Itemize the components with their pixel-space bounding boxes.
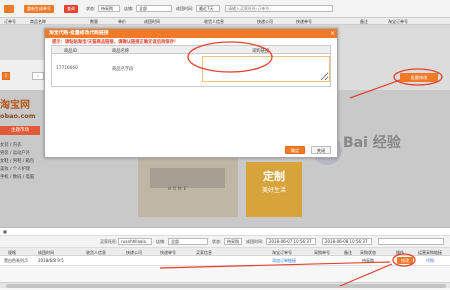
link-table-header: 商品ID 商品名称 采购链接: [52, 46, 330, 54]
col-buyer: 买家信息: [196, 249, 212, 255]
category-item[interactable]: 美妆 / 个人护理: [0, 166, 30, 172]
table-row[interactable]: 黑白色系列,5 2018/6/8 9:5 添加订单链接 待采购 代购: [0, 256, 450, 266]
close-icon[interactable]: ×: [330, 30, 335, 37]
theme-market-tab[interactable]: 主题市场: [0, 126, 40, 135]
baidu-watermark: Bai 经验: [343, 135, 401, 151]
buyer-label: 买家旺旺:: [100, 239, 118, 244]
date-filter-label: 成团时间:: [176, 6, 194, 11]
col-group-time: 成团时间: [144, 19, 160, 24]
dialog-title: 淘宝代购-批量修改代购链接: [45, 29, 337, 38]
bottom-search-input[interactable]: [378, 238, 444, 245]
col-tracking: 快递单号: [296, 19, 312, 24]
product-name-cell: 商品名字段: [112, 67, 134, 72]
order-table-header: 订单号 商品名称 数量 单价 成团时间 收货人信息 快递公司 快递单号 备注 淘…: [0, 18, 450, 25]
banner-image-shelf: [150, 168, 225, 188]
bottom-filter-bar: 买家旺旺: ruanhhllaola 店铺: 全部 状态: 待采购 成团时间: …: [0, 236, 450, 248]
shop-filter-label: 店铺:: [124, 6, 134, 11]
bottom-table-header: 规格 成团时间 收货人信息 快递公司 快递单号 买家信息 淘宝订单号 采购单号 …: [0, 248, 450, 256]
bottom-window-titlebar: ■: [0, 228, 450, 236]
col-product-name: 商品名称: [30, 19, 46, 24]
category-item[interactable]: 男装 / 运动户外: [0, 150, 30, 156]
status-filter-label: 状态:: [86, 6, 96, 11]
batch-edit-link-dialog: 淘宝代购-批量修改代购链接 × 提示：请粘贴淘宝/天猫商品链接，请确认链接正确无…: [44, 28, 338, 158]
col-receiver: 收货人信息: [86, 249, 106, 255]
prev-page-button[interactable]: ›: [32, 72, 44, 80]
col-express: 快递公司: [257, 19, 273, 24]
batch-modify-button[interactable]: 批量修改: [400, 73, 438, 82]
promo-small-text: 美好生活: [261, 187, 286, 194]
purchase-action-link[interactable]: 代购: [426, 258, 434, 264]
time-label: 成团时间:: [246, 239, 264, 244]
shop-label: 店铺:: [156, 239, 166, 244]
top-toolbar: 重新生成单号 查询 状态: 待采购 店铺: 全部 成团时间: 最近7天: [0, 0, 450, 18]
col-tracking: 快递单号: [160, 249, 176, 255]
date-filter-select[interactable]: 最近7天: [196, 5, 220, 12]
product-id-cell: 17716660: [56, 66, 78, 71]
col-remark: 备注: [344, 249, 352, 255]
horizontal-scrollbar[interactable]: [0, 282, 450, 288]
shop-filter-select[interactable]: 全部: [136, 5, 172, 12]
time-cell: 2018/6/8 9:5: [38, 257, 64, 263]
promo-big-text: 定制: [263, 170, 285, 183]
col-group-time: 成团时间: [38, 249, 54, 255]
toolbar-button-1[interactable]: [4, 5, 14, 13]
category-item[interactable]: 手机 / 数码 / 电脑: [0, 174, 34, 180]
col-product-name: 商品名称: [112, 48, 130, 54]
taobao-domain: obao.com: [0, 112, 36, 120]
shop-select[interactable]: 全部: [168, 238, 208, 245]
promo-banner[interactable]: 定制 美好生活: [246, 162, 302, 217]
col-express: 快递公司: [126, 249, 142, 255]
col-order-no: 订单号: [4, 19, 16, 24]
query-button[interactable]: 查询: [64, 5, 78, 13]
taobao-logo: 淘宝网: [0, 100, 30, 111]
time-to-input[interactable]: 2018-06-08 10:56:37: [322, 238, 372, 245]
page-number-button[interactable]: 1: [2, 72, 10, 80]
purchase-link-input[interactable]: [202, 56, 330, 82]
modify-button[interactable]: 修改: [397, 257, 413, 264]
col-purchase-status: 采购状态: [360, 249, 376, 255]
spec-cell: 黑白色系列,5: [4, 257, 28, 263]
bottom-order-window: ■ 买家旺旺: ruanhhllaola 店铺: 全部 状态: 待采购 成团时间…: [0, 227, 450, 290]
window-icon: ■: [3, 229, 7, 234]
col-price: 单价: [118, 19, 126, 24]
confirm-button[interactable]: 确定: [285, 146, 305, 154]
regenerate-number-button[interactable]: 重新生成单号: [24, 5, 54, 13]
buyer-input[interactable]: ruanhhllaola: [118, 238, 152, 245]
status-cell: 待采购: [362, 257, 374, 263]
col-purchase-no: 采购单号: [314, 249, 330, 255]
category-item[interactable]: 女鞋 / 男鞋 / 箱包: [0, 158, 34, 164]
col-taobao-order: 淘宝订单号: [272, 249, 292, 255]
col-taobao-order: 淘宝订单号: [388, 19, 408, 24]
close-button[interactable]: 关闭: [311, 146, 331, 154]
scrollbar-thumb[interactable]: [6, 284, 446, 288]
category-item[interactable]: 女装 / 内衣: [0, 142, 21, 148]
status-label: 状态:: [212, 239, 222, 244]
col-purchase-link: 采购链接: [252, 48, 270, 54]
col-spec: 规格: [8, 249, 16, 255]
col-purchase-link: 运营采购链接: [418, 249, 442, 255]
col-qty: 数量: [90, 19, 98, 24]
col-product-id: 商品ID: [64, 48, 78, 54]
time-from-input[interactable]: 2018-06-07 10:56:37: [266, 238, 316, 245]
link-edit-table: 商品ID 商品名称 采购链接 17716660 商品名字段: [51, 45, 331, 87]
col-receiver: 收货人信息: [204, 19, 224, 24]
add-order-link[interactable]: 添加订单链接: [272, 258, 296, 264]
status-filter-select[interactable]: 待采购: [98, 5, 120, 12]
search-input[interactable]: [225, 5, 333, 12]
col-action: 操作: [396, 249, 404, 255]
col-remark: 备注: [360, 19, 368, 24]
banner-home-text: HOME: [168, 186, 189, 191]
status-select[interactable]: 待采购: [224, 238, 242, 245]
